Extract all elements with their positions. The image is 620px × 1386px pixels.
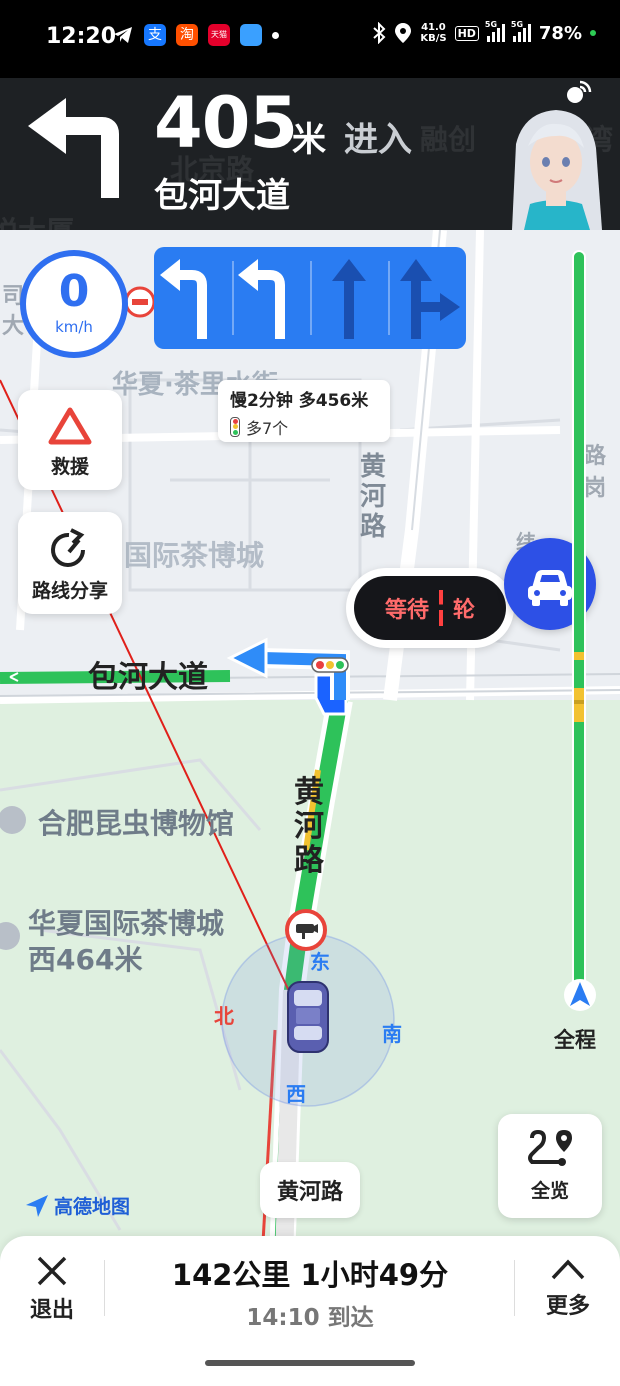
remaining-time: 1小时49分 — [300, 1258, 449, 1292]
status-bar: 12:20 支 淘 天猫 41.0 KB/S HD 5G 5G 78% — [0, 0, 620, 78]
road-label-huanghe-mid: 黄河路 — [294, 775, 324, 878]
share-route-label: 路线分享 — [31, 580, 108, 602]
charging-dot-icon — [590, 30, 596, 36]
hd-badge: HD — [454, 25, 479, 41]
blue-app-icon — [240, 24, 262, 46]
turn-left-arrow-icon — [28, 98, 119, 198]
lane-guidance — [154, 247, 466, 349]
turn-distance-unit: 米 — [292, 120, 326, 160]
traffic-tip-lights-row: 多7个 — [230, 415, 378, 439]
turn-action: 进入 — [344, 120, 412, 160]
wait-bar-icon — [439, 590, 443, 626]
road-label-huanghe-top: 黄河路 — [360, 452, 387, 542]
poi-tea-city: 国际茶博城 — [124, 539, 265, 572]
chevron-up-icon — [551, 1259, 585, 1280]
traffic-tip-lights: 多7个 — [246, 419, 289, 438]
speed-value: 0 — [58, 266, 90, 317]
status-time: 12:20 — [46, 24, 117, 49]
poi-tea-city-west: 华夏国际茶博城西464米 — [28, 907, 225, 976]
more-button[interactable]: 更多 — [538, 1254, 598, 1320]
progress-label: 全程 — [554, 1028, 596, 1052]
battery-percent: 78% — [538, 22, 582, 44]
compass-south: 南 — [382, 1022, 402, 1046]
location-icon — [395, 23, 412, 43]
amap-logo-icon — [26, 1194, 48, 1217]
amap-logo-text: 高德地图 — [54, 1196, 131, 1218]
wait-text: 等待 — [384, 598, 429, 623]
exit-button[interactable]: 退出 — [24, 1254, 80, 1324]
close-icon — [37, 1256, 67, 1286]
current-car-icon — [287, 981, 329, 1053]
progress-seg-slow-3 — [574, 700, 584, 704]
rescue-button[interactable]: 救援 — [18, 390, 122, 490]
amap-logo: 高德地图 — [24, 1192, 130, 1219]
progress-seg-slow-2 — [574, 688, 584, 722]
alipay-icon: 支 — [144, 24, 166, 46]
divider — [104, 1260, 105, 1316]
bluetooth-icon — [373, 22, 386, 44]
route-progress-bar — [572, 250, 586, 990]
lane-straight-icon — [332, 259, 366, 339]
compass-north: 北 — [214, 1004, 234, 1028]
navigation-header[interactable]: 北京路 融创 湾 悦大厦 405 米 进入 包河大道 — [0, 78, 620, 230]
trip-remaining: 142公里 1小时49分 — [110, 1252, 510, 1294]
home-indicator[interactable] — [205, 1360, 415, 1366]
share-route-button[interactable]: 路线分享 — [18, 512, 122, 614]
map-view[interactable]: 华夏·茶里水街 国际茶博城 司 大 路岗 纬 黄河路 包河大道 黄河路 合肥昆虫… — [0, 230, 620, 1260]
share-arrow-icon — [51, 528, 85, 567]
poi-insect-museum: 合肥昆虫博物馆 — [38, 807, 235, 840]
ghost-label-4: 悦大厦 — [0, 210, 74, 230]
voice-assistant-avatar[interactable] — [494, 104, 620, 230]
progress-seg-slow — [574, 652, 584, 660]
route-overview-icon — [528, 1129, 572, 1166]
road-label-baohe: 包河大道 — [88, 660, 208, 695]
trip-summary[interactable]: 142公里 1小时49分 14:10 到达 — [110, 1252, 510, 1332]
lane-straight-right-icon — [400, 259, 460, 339]
ghost-label-2: 融创 — [420, 123, 477, 156]
traffic-light-icon — [230, 417, 240, 437]
divider-2 — [514, 1260, 515, 1316]
signal-icon: 5G — [485, 20, 505, 42]
warning-triangle-icon — [48, 407, 92, 445]
lane-turn-left-icon — [160, 259, 207, 339]
traffic-light-wait: 等待 轮 — [346, 568, 514, 648]
tmall-icon: 天猫 — [208, 24, 230, 46]
speed-indicator: 0 km/h — [20, 250, 128, 358]
speed-unit: km/h — [55, 318, 93, 336]
lane-turn-left-icon-2 — [238, 259, 285, 339]
overview-button[interactable]: 全览 — [498, 1114, 602, 1218]
wait-rounds: 轮 — [453, 598, 476, 623]
arrival-time: 14:10 到达 — [246, 1305, 374, 1331]
traffic-tip-delay: 慢2分钟 多456米 — [230, 391, 369, 411]
telegram-icon — [114, 27, 132, 43]
status-right: 41.0 KB/S HD 5G 5G 78% — [372, 20, 596, 44]
exit-label: 退出 — [29, 1298, 74, 1323]
notification-dot-icon — [272, 31, 279, 39]
traffic-light-wait-inner: 等待 轮 — [354, 576, 506, 640]
compass-west: 西 — [286, 1082, 306, 1106]
next-road-name: 包河大道 — [154, 176, 290, 216]
net-speed: 41.0 KB/S — [420, 22, 447, 44]
current-road-chip: 黄河路 — [260, 1162, 360, 1218]
traffic-tip[interactable]: 慢2分钟 多456米 多7个 — [218, 380, 390, 442]
overview-label: 全览 — [530, 1180, 569, 1202]
compass-east: 东 — [310, 950, 330, 974]
taobao-icon: 淘 — [176, 24, 198, 46]
edge-label-right-1: 路岗 — [584, 444, 607, 501]
remaining-distance: 142公里 — [171, 1258, 291, 1292]
current-position-arrow-icon — [564, 979, 596, 1011]
turn-distance: 405 — [154, 82, 298, 164]
bottom-bar: 退出 142公里 1小时49分 14:10 到达 更多 — [0, 1236, 620, 1386]
signal-icon-2: 5G — [511, 20, 531, 42]
rescue-label: 救援 — [50, 456, 89, 478]
more-label: 更多 — [545, 1294, 590, 1319]
status-app-icons: 支 淘 天猫 — [112, 24, 279, 46]
